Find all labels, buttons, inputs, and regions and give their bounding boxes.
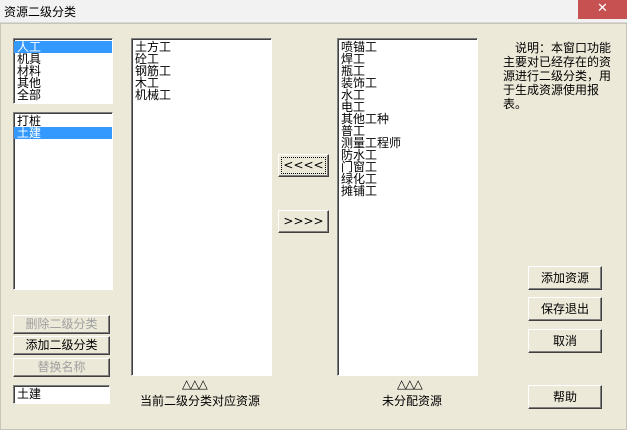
unassigned-resource-item[interactable]: 摊铺工 bbox=[338, 185, 477, 197]
save-exit-button[interactable]: 保存退出 bbox=[528, 297, 602, 321]
unassigned-resources-list[interactable]: 喷锚工 焊工 瓶工 装饰工 水工 电工 其他工种 普工 测量工程师 防水工 门窗工 绿化工 摊铺工 bbox=[337, 38, 478, 376]
subcategory-list[interactable]: 打桩 土建 bbox=[13, 112, 113, 290]
name-input[interactable]: 土建 bbox=[13, 385, 110, 404]
category-list[interactable]: 人工 机具 材料 其他 全部 bbox=[13, 38, 113, 104]
add-resource-button[interactable]: 添加资源 bbox=[528, 266, 602, 290]
description-note: 说明：本窗口功能主要对已经存在的资源进行二级分类，用于生成资源使用报表。 bbox=[503, 41, 612, 111]
unassigned-caption: 未分配资源 bbox=[382, 394, 443, 408]
move-right-button[interactable]: >>>> bbox=[278, 210, 329, 233]
current-resource-item[interactable]: 机械工 bbox=[132, 89, 271, 101]
current-arrows: △△△ bbox=[182, 377, 208, 391]
current-resources-list[interactable]: 土方工 砼工 钢筋工 木工 机械工 bbox=[131, 38, 272, 376]
current-caption: 当前二级分类对应资源 bbox=[140, 394, 261, 408]
move-left-button[interactable]: <<<< bbox=[278, 154, 329, 177]
title-bar: 资源二级分类 ✕ bbox=[0, 0, 627, 23]
add-subcategory-button[interactable]: 添加二级分类 bbox=[13, 336, 110, 355]
help-button[interactable]: 帮助 bbox=[528, 385, 602, 409]
delete-subcategory-button[interactable]: 删除二级分类 bbox=[13, 315, 110, 334]
category-item[interactable]: 全部 bbox=[14, 89, 112, 101]
cancel-button[interactable]: 取消 bbox=[528, 329, 602, 353]
window-title: 资源二级分类 bbox=[4, 5, 77, 19]
unassigned-arrows: △△△ bbox=[397, 377, 423, 391]
subcategory-item[interactable]: 土建 bbox=[14, 127, 112, 139]
rename-button[interactable]: 替换名称 bbox=[13, 358, 110, 377]
close-button[interactable]: ✕ bbox=[578, 0, 627, 19]
close-icon: ✕ bbox=[597, 1, 608, 16]
